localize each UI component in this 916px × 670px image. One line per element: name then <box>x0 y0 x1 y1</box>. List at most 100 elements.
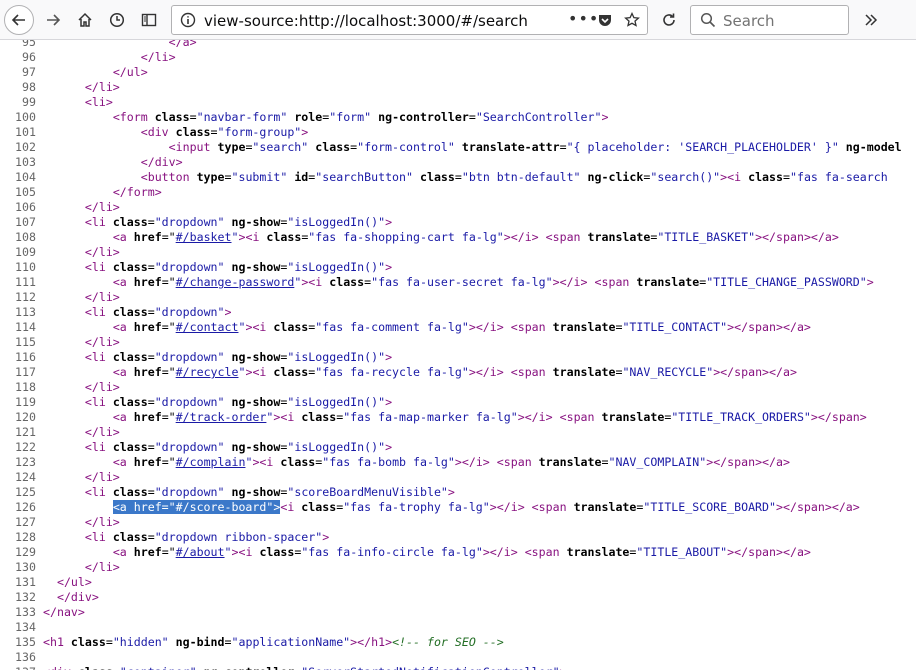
overflow-button[interactable] <box>856 5 886 35</box>
source-attr-name: href <box>133 455 162 469</box>
source-line: 136 <box>0 650 43 665</box>
line-number: 106 <box>15 200 36 214</box>
source-attr-value: "TITLE_CONTACT" <box>622 320 728 334</box>
source-tag: a <box>182 40 190 49</box>
source-tag: <li <box>84 260 113 274</box>
search-bar[interactable]: Search <box>690 5 849 35</box>
source-punct <box>504 320 511 334</box>
source-punct <box>225 440 232 454</box>
source-attr-name: type <box>217 140 246 154</box>
source-tag: ></i> <box>503 230 539 244</box>
source-tag: <span <box>531 500 574 514</box>
source-line: 133 </nav> <box>0 605 85 620</box>
source-link[interactable]: #/change-password <box>176 275 295 289</box>
source-attr-value: "fas fa-comment fa-lg" <box>315 320 469 334</box>
source-tag: <li <box>84 215 113 229</box>
source-line: 120 <a href="#/track-order"><i class="fa… <box>0 410 867 425</box>
source-tag: > <box>301 125 309 139</box>
url-text[interactable]: view-source:http://localhost:3000/#/sear… <box>204 12 528 30</box>
source-punct: =" <box>161 230 176 244</box>
source-tag: > <box>385 350 393 364</box>
source-line: 119 <li class="dropdown" ng-show="isLogg… <box>0 395 392 410</box>
source-tag: <i <box>280 500 302 514</box>
source-attr-value: "{ placeholder: 'SEARCH_PLACEHOLDER' }" <box>566 140 839 154</box>
source-link[interactable]: #/recycle <box>176 365 239 379</box>
source-punct: = <box>147 260 155 274</box>
line-number: 95 <box>22 40 36 49</box>
source-link[interactable]: #/contact <box>176 320 239 334</box>
source-tag: <a <box>112 455 134 469</box>
source-link[interactable]: #/track-order <box>176 410 267 424</box>
source-punct: = <box>783 170 790 184</box>
source-punct <box>490 455 497 469</box>
source-attr-name: class <box>112 485 148 499</box>
source-tag: ></i> <box>489 500 525 514</box>
source-attr-value: "fas fa-trophy fa-lg" <box>343 500 490 514</box>
source-tag: ></h1> <box>350 635 393 649</box>
source-attr-value: "search()" <box>650 170 721 184</box>
source-tag: ></i> <box>517 410 553 424</box>
source-tag: ></span></a> <box>755 230 839 244</box>
source-tag: ></i> <box>482 545 518 559</box>
back-button[interactable] <box>4 5 34 35</box>
selected-text: <a href="#/score-board"> <box>112 500 281 514</box>
source-attr-name: class <box>748 170 783 184</box>
source-punct <box>169 635 176 649</box>
line-number: 125 <box>15 485 36 499</box>
source-tag: <a <box>112 275 134 289</box>
source-punct <box>225 350 232 364</box>
source-attr-value: "fas fa-info-circle fa-lg" <box>301 545 483 559</box>
url-bar[interactable]: view-source:http://localhost:3000/#/sear… <box>171 5 648 35</box>
source-tag: </li> <box>84 515 120 529</box>
source-line: 103 </div> <box>0 155 183 170</box>
source-punct <box>525 500 532 514</box>
source-tag: </li> <box>84 290 120 304</box>
source-line: 101 <div class="form-group"> <box>0 125 308 140</box>
source-tag: <span <box>545 230 588 244</box>
line-number: 119 <box>15 395 36 409</box>
line-number: 96 <box>22 50 36 64</box>
pocket-icon[interactable] <box>597 12 613 28</box>
source-attr-name: ng-show <box>231 395 281 409</box>
source-tag: ><i <box>720 170 749 184</box>
source-tag: ></i> <box>454 455 490 469</box>
line-number: 131 <box>15 575 36 589</box>
line-number: 98 <box>22 80 36 94</box>
sidebar-button[interactable] <box>134 5 164 35</box>
bookmark-star-icon[interactable] <box>624 12 640 28</box>
source-link[interactable]: #/about <box>176 545 225 559</box>
source-punct: = <box>147 530 155 544</box>
source-attr-value: "NAV_RECYCLE" <box>622 365 714 379</box>
source-tag: </li> <box>84 560 120 574</box>
source-attr-name: class <box>78 665 113 670</box>
source-punct <box>539 230 546 244</box>
line-number: 122 <box>15 440 36 454</box>
more-icon[interactable]: ••• <box>568 9 599 28</box>
source-attr-name: class <box>329 275 365 289</box>
source-tag: </li> <box>84 425 120 439</box>
line-number: 110 <box>15 260 36 274</box>
source-punct: = <box>454 170 462 184</box>
source-punct <box>581 170 588 184</box>
reload-button[interactable] <box>654 5 684 35</box>
line-number: 104 <box>15 170 36 184</box>
source-tag: </li> <box>84 470 120 484</box>
history-button[interactable] <box>102 5 132 35</box>
forward-button[interactable] <box>38 5 68 35</box>
source-punct: =" <box>161 410 176 424</box>
source-link[interactable]: #/basket <box>176 230 232 244</box>
line-number: 100 <box>15 110 36 124</box>
source-punct <box>225 260 232 274</box>
source-attr-value: "NAV_COMPLAIN" <box>608 455 707 469</box>
home-button[interactable] <box>70 5 100 35</box>
info-icon[interactable] <box>180 12 196 28</box>
source-link[interactable]: #/complain <box>176 455 246 469</box>
